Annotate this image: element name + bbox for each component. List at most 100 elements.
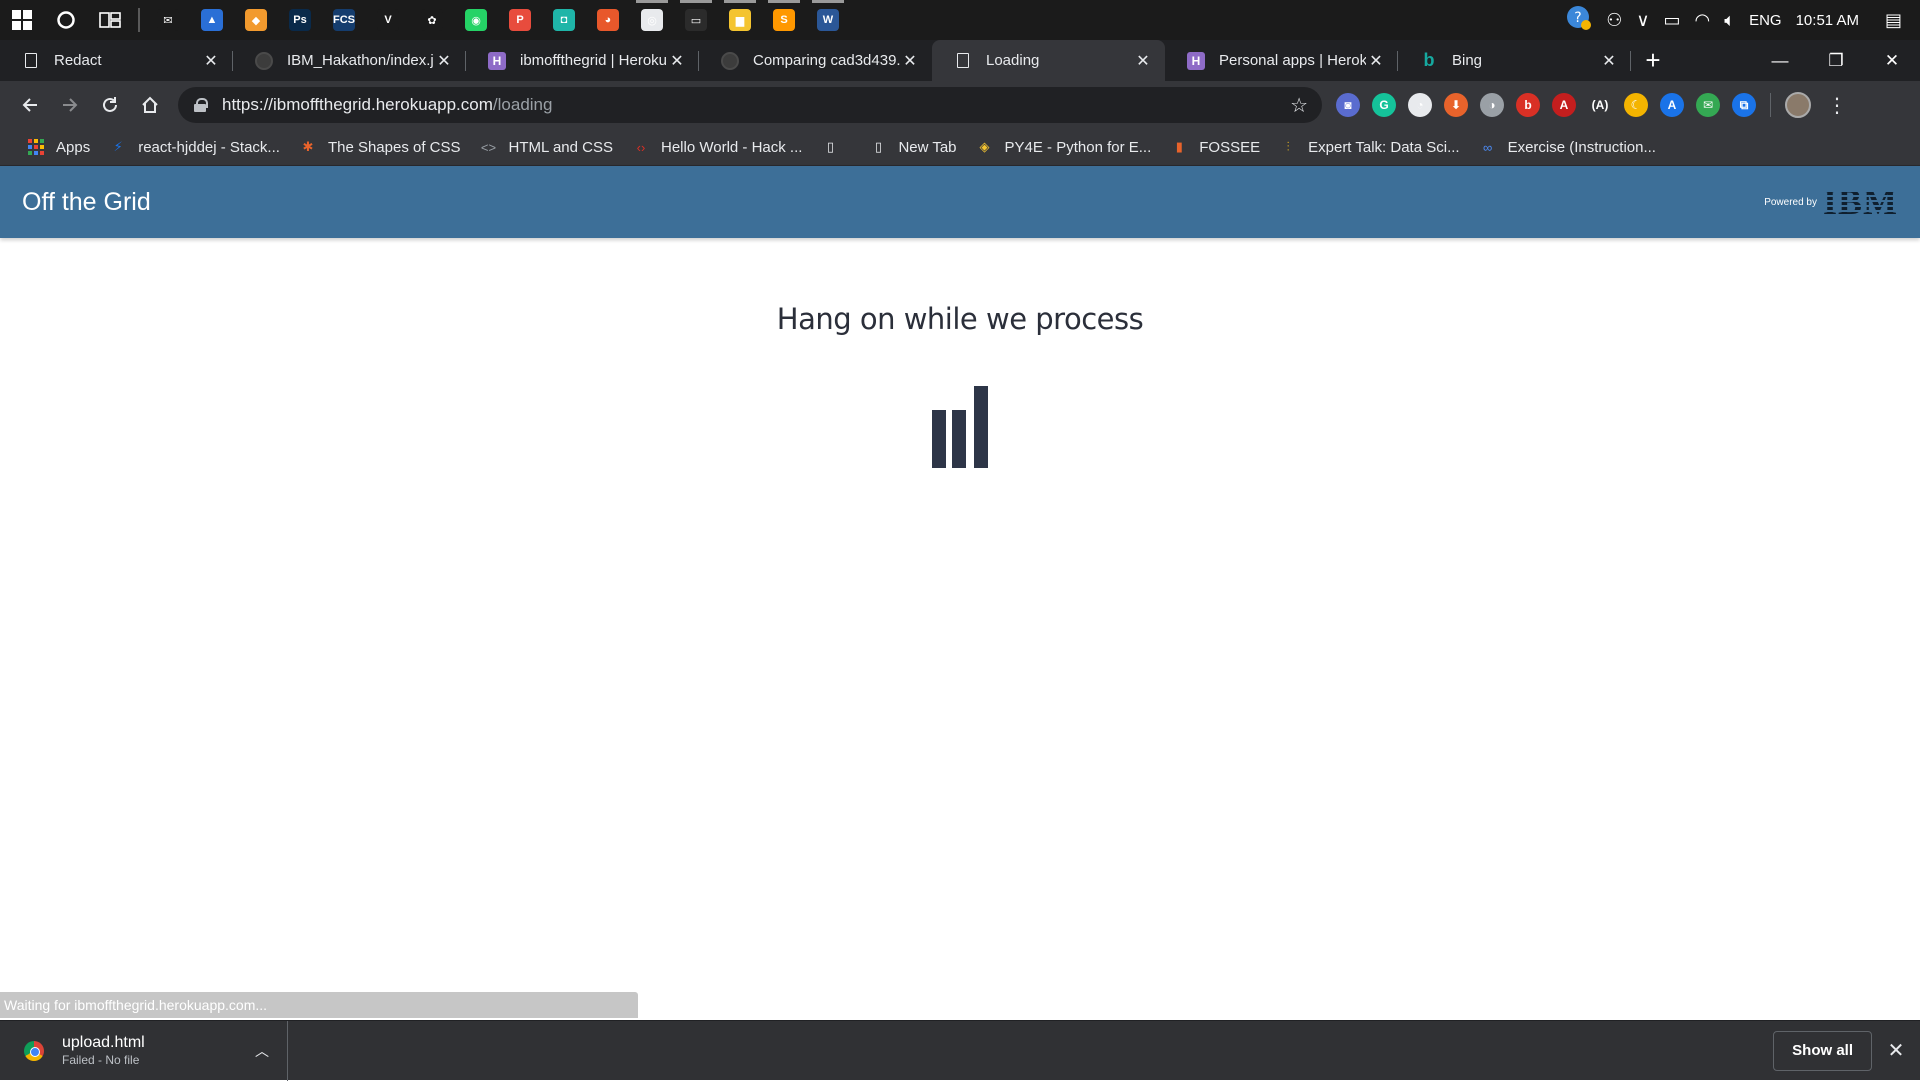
- notifications-icon[interactable]: ▤: [1885, 10, 1902, 31]
- url-text[interactable]: https://ibmoffthegrid.herokuapp.com/load…: [222, 95, 1290, 115]
- sticky-app-icon: ◆: [245, 9, 267, 31]
- taskbar-app-button[interactable]: V: [366, 0, 410, 40]
- bookmark-item[interactable]: ◈ PY4E - Python for E...: [967, 133, 1162, 161]
- bookmark-label: FOSSEE: [1199, 138, 1261, 156]
- dictionary-extension-icon[interactable]: A: [1660, 93, 1684, 117]
- bookmark-star-icon[interactable]: ☆: [1290, 93, 1308, 118]
- people-icon[interactable]: ⚇: [1606, 10, 1622, 31]
- bookmark-item[interactable]: ‹› Hello World - Hack ...: [623, 133, 812, 161]
- taskbar-app-button[interactable]: S: [762, 0, 806, 40]
- taskbar-app-button[interactable]: ▭: [674, 0, 718, 40]
- reload-button[interactable]: [90, 85, 130, 125]
- taskbar-app-button[interactable]: ▆: [718, 0, 762, 40]
- tab-title: Loading: [986, 52, 1040, 69]
- address-bar[interactable]: https://ibmoffthegrid.herokuapp.com/load…: [178, 87, 1322, 123]
- tab-close-icon[interactable]: ✕: [1599, 51, 1619, 71]
- browser-tab[interactable]: IBM_Hakathon/index.js ✕: [233, 40, 466, 81]
- bookmark-item[interactable]: ⫶ Expert Talk: Data Sci...: [1270, 133, 1469, 161]
- bookmark-item[interactable]: ▯ New Tab: [860, 133, 966, 161]
- speed-dial-icon[interactable]: ◔: [1408, 93, 1432, 117]
- bookmark-item[interactable]: Apps: [18, 133, 100, 161]
- chevron-up-icon[interactable]: ︿: [255, 1041, 269, 1061]
- taskbar-app-button[interactable]: ✉: [146, 0, 190, 40]
- minimize-window-button[interactable]: —: [1752, 40, 1808, 81]
- bookmark-item[interactable]: ∞ Exercise (Instruction...: [1470, 133, 1666, 161]
- taskbar-app-button[interactable]: P: [498, 0, 542, 40]
- task-view-button[interactable]: [88, 0, 132, 40]
- tab-close-icon[interactable]: ✕: [1366, 51, 1386, 71]
- taskbar-app-button[interactable]: ◉: [454, 0, 498, 40]
- browser-tab[interactable]: Comparing cad3d439... ✕: [699, 40, 932, 81]
- powered-by-ibm: Powered by IBM: [1764, 184, 1898, 220]
- chrome-menu-icon[interactable]: ⋮: [1827, 93, 1847, 118]
- profile-avatar[interactable]: [1785, 92, 1811, 118]
- browser-tab[interactable]: H Personal apps | Heroku ✕: [1165, 40, 1398, 81]
- code-icon: <>: [480, 139, 497, 155]
- bookmark-item[interactable]: ▮ FOSSEE: [1161, 133, 1270, 161]
- taskbar-app-button[interactable]: ◕: [586, 0, 630, 40]
- tab-title: ibmoffthegrid | Heroku: [520, 52, 667, 69]
- grammarly-icon[interactable]: G: [1372, 93, 1396, 117]
- taskbar-app-button[interactable]: ▲: [190, 0, 234, 40]
- browser-tab[interactable]: b Bing ✕: [1398, 40, 1631, 81]
- app-header: Off the Grid Powered by IBM: [0, 166, 1920, 238]
- heroku-icon: H: [488, 51, 506, 70]
- compass-extension-icon[interactable]: ◑: [1480, 93, 1504, 117]
- forward-button[interactable]: [50, 85, 90, 125]
- download-item[interactable]: upload.html Failed - No file ︿: [0, 1020, 288, 1081]
- bookmark-item[interactable]: ✱ The Shapes of CSS: [290, 133, 471, 161]
- taskbar-app-button[interactable]: FCS: [322, 0, 366, 40]
- photo-app-icon: ▲: [201, 9, 223, 31]
- battery-icon[interactable]: ▭: [1664, 10, 1681, 31]
- restore-window-button[interactable]: ❐: [1808, 40, 1864, 81]
- translate-extension-icon[interactable]: (A): [1588, 93, 1612, 117]
- taskbar-app-button[interactable]: ✿: [410, 0, 454, 40]
- browser-tab[interactable]: Loading ✕: [932, 40, 1165, 81]
- home-button[interactable]: [130, 85, 170, 125]
- camera-extension-icon[interactable]: ◙: [1336, 93, 1360, 117]
- taskbar-app-button[interactable]: ◘: [542, 0, 586, 40]
- bookmark-item[interactable]: ⚡ react-hjddej - Stack...: [100, 133, 290, 161]
- shield-extension-icon[interactable]: ⬇: [1444, 93, 1468, 117]
- language-indicator[interactable]: ENG: [1749, 12, 1782, 29]
- taskbar-app-button[interactable]: W: [806, 0, 850, 40]
- loader-bar-3: [974, 386, 988, 468]
- tab-title: IBM_Hakathon/index.js: [287, 52, 434, 69]
- taskbar-divider: [138, 8, 140, 32]
- moon-extension-icon[interactable]: ☾: [1624, 93, 1648, 117]
- bing-icon: b: [1423, 50, 1435, 70]
- show-all-downloads-button[interactable]: Show all: [1773, 1030, 1872, 1071]
- tab-close-icon[interactable]: ✕: [434, 51, 454, 71]
- taskbar-app-button[interactable]: ◎: [630, 0, 674, 40]
- volume-icon[interactable]: 🔈︎: [1724, 10, 1735, 31]
- new-tab-button[interactable]: +: [1631, 40, 1675, 81]
- tab-close-icon[interactable]: ✕: [1133, 51, 1153, 71]
- tab-close-icon[interactable]: ✕: [201, 51, 221, 71]
- help-badge-icon[interactable]: ?: [1566, 5, 1592, 36]
- bookmark-label: react-hjddej - Stack...: [138, 138, 280, 156]
- inbox-extension-icon[interactable]: ✉: [1696, 93, 1720, 117]
- browser-tab[interactable]: Redact ✕: [0, 40, 233, 81]
- cortana-button[interactable]: [44, 0, 88, 40]
- chevron-up-tray-icon[interactable]: ∨: [1636, 10, 1649, 31]
- wifi-icon[interactable]: ◠: [1695, 10, 1711, 31]
- browser-tab[interactable]: Hibmoffthegrid | Heroku ✕: [466, 40, 699, 81]
- close-download-shelf-icon[interactable]: ✕: [1886, 1038, 1906, 1063]
- acrobat-icon[interactable]: A: [1552, 93, 1576, 117]
- app-brand[interactable]: Off the Grid: [22, 188, 151, 217]
- taskbar-app-button[interactable]: Ps: [278, 0, 322, 40]
- adblock-icon[interactable]: b: [1516, 93, 1540, 117]
- task-view-icon: [99, 12, 121, 28]
- tab-close-icon[interactable]: ✕: [667, 51, 687, 71]
- back-button[interactable]: [10, 85, 50, 125]
- tab-close-icon[interactable]: ✕: [900, 51, 920, 71]
- close-window-button[interactable]: ✕: [1864, 40, 1920, 81]
- bookmark-item[interactable]: <> HTML and CSS: [471, 133, 623, 161]
- windows-start-button[interactable]: [0, 0, 44, 40]
- taskbar-app-button[interactable]: ◆: [234, 0, 278, 40]
- bookmark-item[interactable]: ▯: [812, 133, 860, 161]
- lock-icon[interactable]: [194, 98, 208, 112]
- taskbar-clock[interactable]: 10:51 AM: [1796, 12, 1859, 29]
- puzzle-extension-icon[interactable]: ⧉: [1732, 93, 1756, 117]
- bookmark-label: Hello World - Hack ...: [661, 138, 803, 156]
